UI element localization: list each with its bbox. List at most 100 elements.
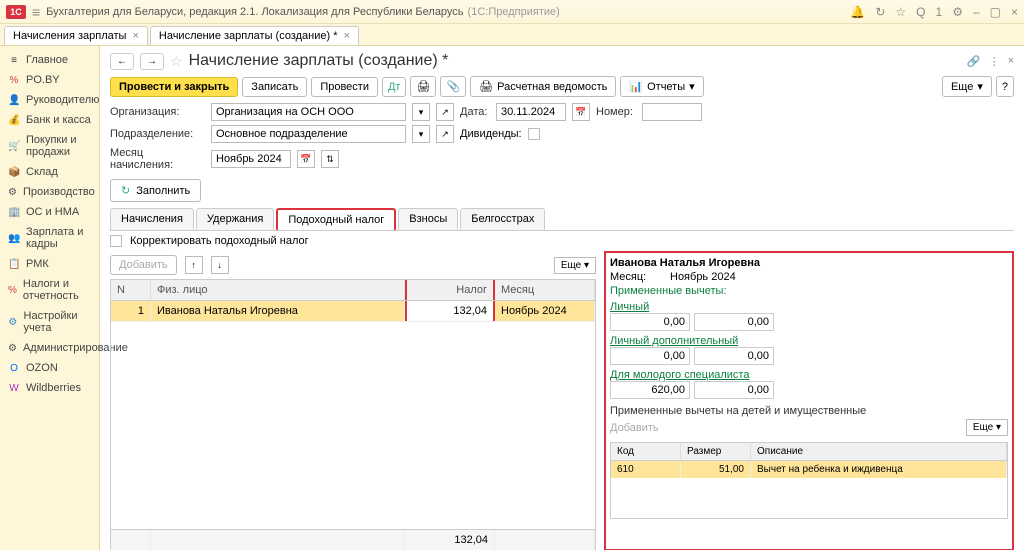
history-icon[interactable]: ↻	[875, 5, 885, 19]
link-icon[interactable]: 🔗	[967, 55, 981, 68]
sidebar-icon: ⚙	[8, 343, 17, 354]
sidebar-item[interactable]: OOZON	[0, 358, 99, 378]
close-tab-icon[interactable]: ×	[344, 30, 350, 42]
payslip-button[interactable]: 🖨Расчетная ведомость	[470, 76, 616, 97]
app-title: Бухгалтерия для Беларуси, редакция 2.1. …	[46, 6, 463, 18]
personal-extra-link[interactable]: Личный дополнительный	[610, 335, 1008, 347]
move-up-icon[interactable]: ↑	[185, 256, 203, 274]
star-icon[interactable]: ☆	[895, 5, 906, 19]
tab-income-tax[interactable]: Подоходный налог	[276, 208, 396, 230]
sidebar-item[interactable]: ≡Главное	[0, 50, 99, 70]
sidebar-label: Производство	[23, 186, 95, 198]
sidebar-icon: 📦	[8, 167, 20, 178]
correct-checkbox[interactable]	[110, 235, 122, 247]
col-n[interactable]: N	[111, 280, 151, 300]
post-close-button[interactable]: Провести и закрыть	[110, 77, 238, 97]
sidebar-item[interactable]: 👤Руководителю	[0, 90, 99, 110]
sidebar-label: Банк и касса	[26, 114, 91, 126]
calendar-icon[interactable]: 📅	[297, 150, 315, 168]
specialist-link[interactable]: Для молодого специалиста	[610, 369, 1008, 381]
sidebar-label: Налоги и отчетность	[23, 278, 91, 302]
sidebar-item[interactable]: 🏢ОС и НМА	[0, 202, 99, 222]
personal-v2[interactable]: 0,00	[694, 313, 774, 331]
sidebar-item[interactable]: ⚙Администрирование	[0, 338, 99, 358]
sidebar-item[interactable]: ⚙Настройки учета	[0, 306, 99, 338]
org-field[interactable]: Организация на ОСН ООО	[211, 103, 406, 121]
post-button[interactable]: Провести	[311, 77, 378, 97]
sidebar-item[interactable]: 👥Зарплата и кадры	[0, 222, 99, 254]
personal-v1[interactable]: 0,00	[610, 313, 690, 331]
mcol-desc[interactable]: Описание	[751, 443, 1007, 460]
number-label: Номер:	[596, 106, 636, 118]
col-person[interactable]: Физ. лицо	[151, 280, 405, 300]
add-row-button[interactable]: Добавить	[110, 255, 177, 275]
dropdown-icon[interactable]: ▾	[412, 103, 430, 121]
sidebar-item[interactable]: 📋РМК	[0, 254, 99, 274]
number-field[interactable]	[642, 103, 702, 121]
mcol-size[interactable]: Размер	[681, 443, 751, 460]
help-button[interactable]: ?	[996, 76, 1014, 97]
print-icon[interactable]: 🖨	[410, 76, 436, 97]
mcol-code[interactable]: Код	[611, 443, 681, 460]
tab-deductions[interactable]: Удержания	[196, 208, 274, 230]
move-down-icon[interactable]: ↓	[211, 256, 229, 274]
mini-row[interactable]: 610 51,00 Вычет на ребенка и иждивенца	[611, 461, 1007, 478]
dropdown-icon[interactable]: ▾	[412, 125, 430, 143]
write-button[interactable]: Записать	[242, 77, 307, 97]
month-field[interactable]: Ноябрь 2024	[211, 150, 291, 168]
calendar-icon[interactable]: 📅	[572, 103, 590, 121]
sidebar-item[interactable]: 💰 Банк и касса	[0, 110, 99, 130]
sidebar-icon: 💰	[8, 115, 20, 126]
table-row[interactable]: 1 Иванова Наталья Игоревна 132,04 Ноябрь…	[111, 301, 595, 322]
sidebar-item[interactable]: ⚙Производство	[0, 182, 99, 202]
stepper-icon[interactable]: ⇅	[321, 150, 339, 168]
personal-link[interactable]: Личный	[610, 301, 1008, 313]
tab-accruals[interactable]: Начисления	[110, 208, 194, 230]
extra-v2[interactable]: 0,00	[694, 347, 774, 365]
bell-icon[interactable]: 🔔	[850, 5, 865, 19]
open-icon[interactable]: ↗	[436, 103, 454, 121]
date-field[interactable]: 30.11.2024	[496, 103, 566, 121]
spec-v1[interactable]: 620,00	[610, 381, 690, 399]
favorite-icon[interactable]: ☆	[170, 53, 183, 70]
tab-label: Начисление зарплаты (создание) *	[159, 30, 338, 42]
back-button[interactable]: ←	[110, 53, 134, 70]
col-tax[interactable]: Налог	[405, 280, 495, 300]
grid-more-button[interactable]: Еще ▾	[554, 257, 596, 274]
rp-add-button[interactable]: Добавить	[610, 422, 659, 434]
doc-tab[interactable]: Начисления зарплаты×	[4, 26, 148, 45]
doc-tab-active[interactable]: Начисление зарплаты (создание) * ×	[150, 26, 359, 45]
children-grid: Код Размер Описание 610 51,00 Вычет на р…	[610, 442, 1008, 519]
col-month[interactable]: Месяц	[495, 280, 595, 300]
search-icon[interactable]: Q	[916, 5, 925, 19]
correct-label: Корректировать подоходный налог	[130, 235, 309, 247]
restore-icon[interactable]: ▢	[990, 5, 1001, 19]
sidebar-item[interactable]: 📦Склад	[0, 162, 99, 182]
rp-more-button[interactable]: Еще ▾	[966, 419, 1008, 436]
kebab-icon[interactable]: ⋮	[989, 55, 1000, 68]
extra-v1[interactable]: 0,00	[610, 347, 690, 365]
forward-button[interactable]: →	[140, 53, 164, 70]
dividends-checkbox[interactable]	[528, 128, 540, 140]
fill-button[interactable]: ↻Заполнить	[110, 179, 201, 202]
sidebar-item[interactable]: %PO.BY	[0, 70, 99, 90]
menu-icon[interactable]: ≡	[32, 4, 40, 20]
dt-kt-icon[interactable]: Дт	[382, 77, 407, 97]
more-button[interactable]: Еще ▾	[942, 76, 992, 97]
sidebar-icon: W	[8, 383, 20, 394]
settings-icon[interactable]: ⚙	[952, 5, 963, 19]
spec-v2[interactable]: 0,00	[694, 381, 774, 399]
close-icon[interactable]: ×	[1011, 5, 1018, 19]
close-icon[interactable]: ×	[1008, 55, 1014, 68]
tab-contributions[interactable]: Взносы	[398, 208, 458, 230]
open-icon[interactable]: ↗	[436, 125, 454, 143]
sidebar-item[interactable]: WWildberries	[0, 378, 99, 398]
sidebar-item[interactable]: %Налоги и отчетность	[0, 274, 99, 306]
attach-icon[interactable]: 📎	[440, 76, 466, 97]
dept-field[interactable]: Основное подразделение	[211, 125, 406, 143]
reports-button[interactable]: 📊Отчеты▾	[620, 76, 703, 97]
close-tab-icon[interactable]: ×	[132, 30, 138, 42]
sidebar-item[interactable]: 🛒Покупки и продажи	[0, 130, 99, 162]
minimize-icon[interactable]: –	[973, 5, 980, 19]
tab-belgosstrakh[interactable]: Белгосстрах	[460, 208, 545, 230]
